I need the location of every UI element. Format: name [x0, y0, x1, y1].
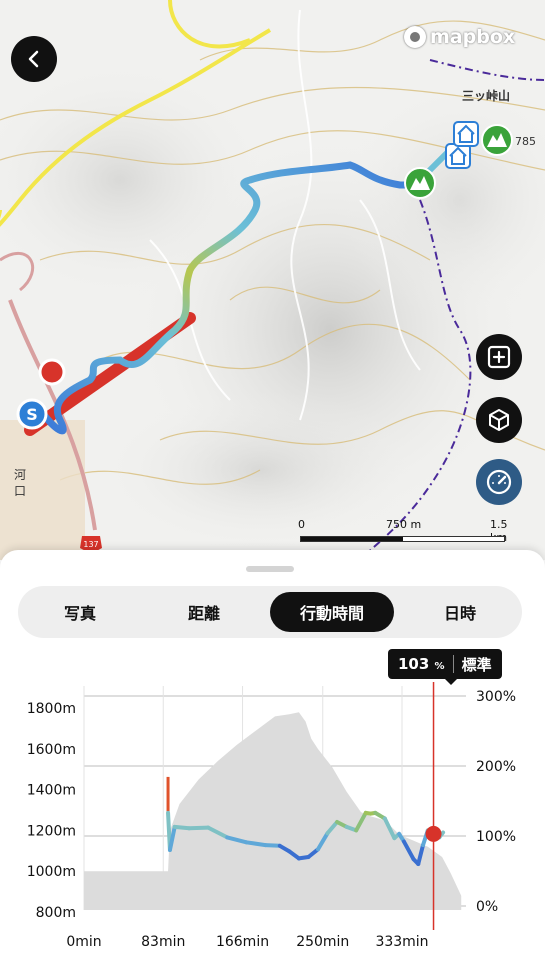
summit-peak-marker[interactable] — [481, 124, 513, 156]
speedometer-icon — [486, 469, 512, 495]
pace-line-segment — [172, 824, 192, 831]
terrain-map: 137 S — [0, 0, 545, 560]
scale-zero-label: 0 — [298, 518, 305, 531]
pace-value: 103 — [398, 655, 430, 673]
hut-marker[interactable] — [453, 121, 479, 147]
tab-activity-time[interactable]: 行動時間 — [270, 592, 394, 632]
y-left-tick: 1400m — [27, 783, 76, 799]
x-tick: 333min — [375, 934, 428, 950]
tab-datetime[interactable]: 日時 — [398, 592, 522, 632]
pace-line-segment — [187, 825, 211, 831]
x-tick: 250min — [296, 934, 349, 950]
y-left-tick: 1800m — [27, 701, 76, 717]
zoom-frame-icon — [487, 345, 511, 369]
x-tick: 0min — [66, 934, 101, 950]
tab-photos[interactable]: 写真 — [18, 592, 142, 632]
map-view[interactable]: 137 S 三ッ峠山 785 河口 mapbox 0 750 m 1.5 — [0, 0, 545, 560]
road-number-label: 137 — [83, 540, 98, 549]
back-button[interactable] — [11, 36, 57, 82]
hut-marker[interactable] — [445, 143, 471, 169]
3d-view-button[interactable] — [476, 397, 522, 443]
mapbox-attribution[interactable]: mapbox — [404, 26, 515, 48]
current-position-marker — [38, 358, 66, 386]
elevation-pace-chart[interactable]: 800m 1000m 1200m 1400m 1600m 1800m 0% 100% 200% 3… — [0, 648, 545, 958]
bottom-sheet[interactable]: 写真 距離 行動時間 日時 800m 1000m 1200m 1400m 1600m 18… — [0, 550, 545, 977]
pace-marker-tag: 103 % 標準 — [388, 649, 502, 685]
scale-mid-label: 750 m — [386, 518, 422, 531]
start-marker-label: S — [26, 405, 38, 424]
pace-unit: % — [434, 661, 445, 672]
y-left-tick: 1600m — [27, 742, 76, 758]
tab-distance[interactable]: 距離 — [142, 592, 266, 632]
x-tick: 83min — [141, 934, 185, 950]
mapbox-wordmark: mapbox — [430, 26, 516, 48]
y-right-tick: 200% — [476, 759, 516, 775]
scale-bar — [300, 536, 505, 542]
mapbox-logo-icon — [404, 26, 426, 48]
town-label: 河口 — [14, 468, 27, 498]
peak-elevation-label: 785 — [515, 135, 536, 148]
pace-button[interactable] — [476, 459, 522, 505]
peak-marker[interactable] — [404, 167, 436, 199]
chevron-left-icon — [28, 50, 39, 68]
y-left-tick: 1000m — [27, 864, 76, 880]
elevation-area — [84, 712, 462, 910]
y-right-tick: 100% — [476, 829, 516, 845]
pace-line-segment — [244, 840, 268, 848]
pace-mode: 標準 — [461, 655, 492, 674]
cube-icon — [489, 409, 509, 431]
sheet-grabber[interactable] — [246, 566, 294, 572]
x-tick: 166min — [216, 934, 269, 950]
pace-line-segment — [263, 843, 282, 848]
peak-name-label: 三ッ峠山 — [462, 89, 511, 103]
zoom-to-route-button[interactable] — [476, 334, 522, 380]
y-right-tick: 300% — [476, 689, 516, 705]
current-pace-dot — [425, 825, 442, 842]
y-left-tick: 1200m — [27, 823, 76, 839]
chart-mode-tabs: 写真 距離 行動時間 日時 — [18, 586, 522, 638]
y-right-tick: 0% — [476, 899, 498, 915]
y-left-tick: 800m — [36, 905, 76, 921]
